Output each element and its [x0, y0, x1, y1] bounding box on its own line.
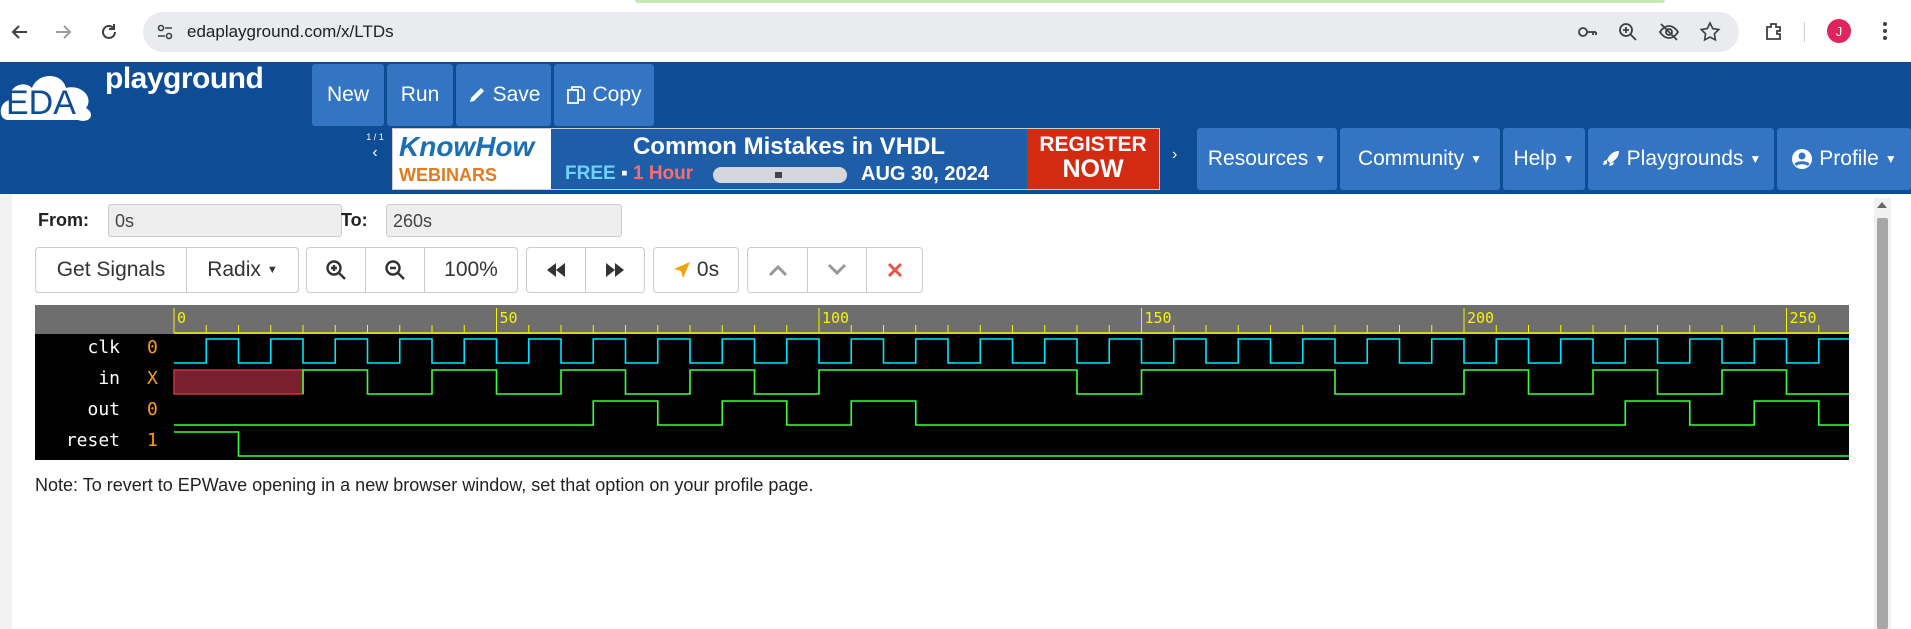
ruler-label: 100: [822, 309, 849, 327]
ruler-label: 200: [1467, 309, 1494, 327]
ruler-label: 0: [177, 309, 186, 327]
ruler-label: 250: [1790, 309, 1817, 327]
signal-name[interactable]: in: [30, 368, 120, 389]
note-text: Note: To revert to EPWave opening in a n…: [35, 475, 814, 495]
ruler-label: 150: [1145, 309, 1172, 327]
clk-trace: [174, 338, 1849, 364]
scroll-up-icon[interactable]: [1877, 202, 1887, 208]
signal-value: 1: [147, 430, 158, 451]
signal-value: X: [147, 368, 158, 389]
signal-name[interactable]: out: [30, 399, 120, 420]
vertical-scrollbar[interactable]: [1874, 198, 1891, 629]
in-unknown-region: [173, 369, 304, 395]
ruler-label: 50: [500, 309, 518, 327]
signal-value: 0: [147, 399, 158, 420]
scrollbar-thumb[interactable]: [1877, 218, 1888, 629]
out-trace: [174, 400, 1849, 426]
signal-value: 0: [147, 337, 158, 358]
signal-name[interactable]: reset: [30, 430, 120, 451]
waveform-traces: 0 50 100 150 200 250: [173, 308, 1849, 457]
reset-trace: [174, 431, 1849, 457]
page-gutter: [1891, 194, 1911, 629]
in-trace: [302, 369, 1849, 395]
signal-name[interactable]: clk: [30, 337, 120, 358]
